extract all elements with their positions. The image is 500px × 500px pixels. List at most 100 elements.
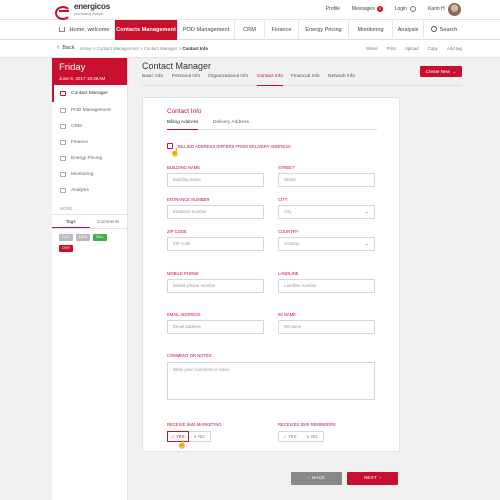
user-name[interactable]: Karin H. (428, 6, 446, 12)
entrance-number-label: ENTRANCE NUMBER (167, 197, 210, 202)
billing-differs-label: BILLING ADDRESS DIFFERS FROM DELIVERY AD… (178, 143, 291, 149)
tag-bill[interactable]: BILL (93, 234, 107, 241)
tab-basic-info[interactable]: Basic Info (142, 74, 163, 86)
nav-search-label: Search (439, 27, 458, 33)
tab-delivery-address[interactable]: Delivery Address (213, 120, 249, 130)
share-button[interactable]: Share (366, 46, 378, 51)
im-name-label: IM NAME (278, 312, 296, 317)
tab-organizational-info[interactable]: Organizational Info (208, 74, 248, 86)
country-select[interactable]: Country ⌄ (278, 237, 375, 251)
comment-textarea[interactable]: Write your comment or notes (167, 362, 375, 400)
nav-analysis[interactable]: Analysis (393, 20, 424, 40)
tag-mgn[interactable]: MGN (75, 234, 91, 241)
messages-link[interactable]: Messages 3 (352, 6, 383, 12)
comment-label: COMMENT OR NOTES (167, 353, 212, 358)
tab-personal-info[interactable]: Personal Info (172, 74, 200, 86)
sidebar-item-finance[interactable]: Finance (52, 134, 127, 150)
breadcrumb-path[interactable]: Home > Contact Management > Contact Mana… (80, 46, 182, 51)
add-tag-button[interactable]: Add tag (447, 46, 462, 51)
country-select-value: Country (284, 241, 300, 246)
sidebar-item-analysis[interactable]: Analysis (52, 182, 127, 198)
building-name-input[interactable]: Building name (167, 173, 264, 187)
analysis-icon (60, 187, 66, 193)
login-label: Login (394, 6, 407, 12)
login-link[interactable]: Login (395, 6, 416, 12)
entrance-number-input[interactable]: Entrance number (167, 205, 264, 219)
nav-search[interactable]: Search (424, 20, 464, 40)
messages-count-badge: 3 (376, 6, 383, 12)
nav-contacts-management[interactable]: Contacts Management (115, 20, 178, 40)
nav-home[interactable]: Home, welcome (55, 20, 115, 40)
sms-marketing-no[interactable]: ✕ NO (188, 432, 210, 441)
search-icon (430, 26, 437, 32)
tab-financial-info[interactable]: Financial Info (291, 74, 320, 86)
sidebar-item-pod-management[interactable]: POD Management (52, 102, 127, 118)
zip-code-input[interactable]: ZIP code (167, 237, 264, 251)
top-bar: energicos purchasing analytic Profile Me… (0, 0, 500, 20)
billing-differs-checkbox-row[interactable]: BILLING ADDRESS DIFFERS FROM DELIVERY AD… (167, 143, 291, 149)
landline-label: LANDLINE (278, 271, 299, 276)
tab-comments[interactable]: Comments (90, 215, 128, 228)
tab-billing-address[interactable]: Billing Address (167, 120, 199, 130)
mobile-phone-input[interactable]: Mobile phone number (167, 279, 264, 293)
upload-button[interactable]: Upload (405, 46, 419, 51)
nav-crm[interactable]: CRM (235, 20, 265, 40)
page-actions: Share Print Upload Copy Add tag (357, 46, 462, 51)
more-label: MORE (60, 206, 73, 211)
energy-icon (60, 155, 66, 161)
arrow-left-icon: ‹ (57, 44, 60, 51)
sidebar-item-contact-manager[interactable]: Contact Manager (52, 85, 127, 102)
im-name-input[interactable]: IM name (278, 320, 375, 334)
email-field[interactable]: Email address (167, 320, 264, 334)
page-title: Contact Manager (142, 61, 212, 71)
sidebar-item-label: Contact Manager (71, 91, 108, 96)
zip-code-label: ZIP CODE (167, 229, 187, 234)
avatar[interactable] (448, 3, 461, 16)
sms-reminders-no[interactable]: ✕ NO (301, 432, 323, 441)
back-button-label: BACK (312, 476, 326, 481)
landline-input[interactable]: Landline number (278, 279, 375, 293)
back-link[interactable]: ‹ Back (57, 44, 75, 51)
mobile-phone-label: MOBILE PHONE (167, 271, 199, 276)
tag-ovr[interactable]: OVR (59, 245, 73, 252)
sms-marketing-no-label: NO (198, 434, 205, 439)
sidebar-item-label: CRM (71, 123, 82, 129)
sidebar-item-crm[interactable]: CRM (52, 118, 127, 134)
nav-finance[interactable]: Finance (265, 20, 299, 40)
street-label: STREET (278, 165, 295, 170)
nav-pod-management[interactable]: POD Management (178, 20, 235, 40)
brand-logo[interactable]: energicos purchasing analytic (55, 3, 110, 20)
street-input[interactable]: Street (278, 173, 375, 187)
chevron-down-icon: ⌄ (364, 241, 369, 247)
city-select[interactable]: City ⌄ (278, 205, 375, 219)
monitoring-icon (60, 171, 66, 177)
sms-marketing-label: RECEIVE SMS MARKETING (167, 422, 222, 427)
print-button[interactable]: Print (387, 46, 396, 51)
city-label: CITY (278, 197, 288, 202)
back-button[interactable]: ‹ BACK (291, 472, 342, 485)
tab-contact-info[interactable]: Contact Info (257, 74, 283, 86)
power-icon (409, 6, 416, 12)
next-button[interactable]: NEXT › (347, 472, 398, 485)
nav-energy-pricing[interactable]: Energy Pricing (299, 20, 349, 40)
tab-tags[interactable]: Tags (52, 215, 90, 228)
next-button-label: NEXT (363, 476, 377, 481)
nav-monitoring[interactable]: Monitoring (349, 20, 393, 40)
home-icon (59, 27, 66, 32)
sidebar-item-label: POD Management (71, 107, 111, 113)
tab-network-info[interactable]: Network Info (328, 74, 355, 86)
copy-button[interactable]: Copy (428, 46, 438, 51)
chevron-down-icon: ⌄ (364, 209, 369, 215)
email-address-label: EMAIL ADDRESS (167, 312, 201, 317)
back-link-label: Back (62, 44, 75, 51)
sms-marketing-yes-label: YES (176, 434, 185, 439)
sidebar-item-monitoring[interactable]: Monitoring (52, 166, 127, 182)
finance-icon (60, 139, 66, 145)
tag-ceo[interactable]: CEO (59, 234, 73, 241)
sms-reminders-yes[interactable]: ✓ YES (279, 432, 301, 441)
profile-link[interactable]: Profile (326, 6, 340, 12)
sidebar-item-energy-pricing[interactable]: Energy Pricing (52, 150, 127, 166)
pod-icon (60, 107, 66, 113)
sidebar-item-label: Energy Pricing (71, 155, 103, 161)
breadcrumb: Home > Contact Management > Contact Mana… (80, 46, 208, 51)
